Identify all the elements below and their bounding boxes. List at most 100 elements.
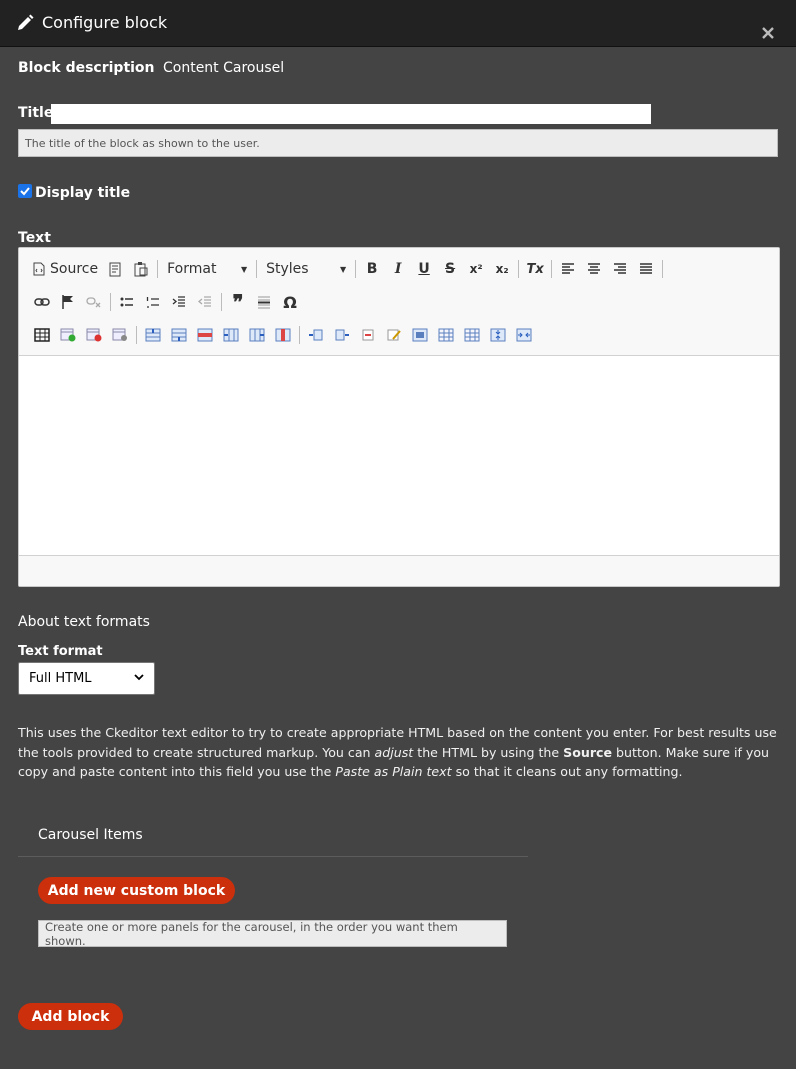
- delete-column-button[interactable]: [270, 323, 296, 347]
- carousel-divider: [18, 856, 528, 857]
- toolbar-row-3: [29, 322, 537, 348]
- insert-column-after-button[interactable]: [244, 323, 270, 347]
- superscript-button[interactable]: x²: [463, 257, 489, 281]
- title-input[interactable]: [51, 104, 651, 124]
- underline-button[interactable]: U: [411, 257, 437, 281]
- insert-column-before-button[interactable]: [218, 323, 244, 347]
- styles-dropdown-label: Styles: [266, 261, 309, 277]
- table-delete-icon: [86, 328, 102, 342]
- split-cell-horizontal-icon: [516, 328, 532, 342]
- table-add-icon: [60, 328, 76, 342]
- add-block-button[interactable]: Add block: [18, 1003, 123, 1030]
- toolbar-row-1: Source Format ▼ Styles ▼ B I U S x² x₂ T…: [29, 256, 666, 282]
- bold-button[interactable]: B: [359, 257, 385, 281]
- carousel-help-text: Create one or more panels for the carous…: [38, 920, 507, 948]
- insert-column-before-icon: [223, 328, 239, 342]
- pencil-icon: [16, 14, 34, 32]
- unlink-icon: [86, 297, 101, 308]
- indent-icon: [172, 296, 185, 307]
- remove-format-button[interactable]: Tx: [522, 257, 548, 281]
- info-strong-source: Source: [563, 744, 613, 760]
- bulleted-list-icon: [120, 297, 133, 307]
- table-icon: [34, 328, 50, 342]
- merge-cells-icon: [412, 328, 428, 342]
- cell-properties-button[interactable]: [381, 323, 407, 347]
- align-right-button[interactable]: [607, 257, 633, 281]
- info-emphasis-adjust: adjust: [374, 744, 414, 760]
- align-left-icon: [562, 263, 575, 274]
- merge-down-button[interactable]: [459, 323, 485, 347]
- insert-column-after-icon: [249, 328, 265, 342]
- align-left-button[interactable]: [555, 257, 581, 281]
- blockquote-button[interactable]: ❞: [225, 290, 251, 314]
- paste-word-icon: [134, 262, 148, 277]
- strikethrough-button[interactable]: S: [437, 257, 463, 281]
- delete-cells-button[interactable]: [355, 323, 381, 347]
- merge-cells-button[interactable]: [407, 323, 433, 347]
- delete-row-button[interactable]: [192, 323, 218, 347]
- align-right-icon: [614, 263, 627, 274]
- toolbar-separator: [110, 293, 111, 311]
- styles-dropdown[interactable]: Styles ▼: [260, 257, 352, 281]
- italic-button[interactable]: I: [385, 257, 411, 281]
- merge-right-button[interactable]: [433, 323, 459, 347]
- block-description: Block description Content Carousel: [18, 60, 284, 76]
- chevron-down-icon: ▼: [339, 264, 347, 274]
- table-properties-icon: [112, 328, 127, 341]
- source-icon: [33, 262, 45, 276]
- delete-column-icon: [275, 328, 291, 342]
- justify-button[interactable]: [633, 257, 659, 281]
- insert-cell-before-button[interactable]: [303, 323, 329, 347]
- merge-down-icon: [464, 328, 480, 342]
- insert-row-before-icon: [145, 328, 161, 342]
- format-dropdown[interactable]: Format ▼: [161, 257, 253, 281]
- insert-cell-after-button[interactable]: [329, 323, 355, 347]
- indent-button[interactable]: [166, 290, 192, 314]
- dialog-title: Configure block: [42, 13, 168, 32]
- table-properties-button[interactable]: [107, 323, 133, 347]
- bulleted-list-button[interactable]: [114, 290, 140, 314]
- display-title-checkbox[interactable]: [18, 184, 32, 198]
- paste-text-icon: [109, 262, 121, 277]
- align-center-button[interactable]: [581, 257, 607, 281]
- close-icon[interactable]: [761, 25, 775, 39]
- table-add-button[interactable]: [55, 323, 81, 347]
- chevron-down-icon: ▼: [240, 264, 248, 274]
- paste-text-button[interactable]: [102, 257, 128, 281]
- numbered-list-button[interactable]: [140, 290, 166, 314]
- dialog-titlebar: Configure block: [0, 0, 796, 47]
- toolbar-separator: [157, 260, 159, 278]
- unlink-button[interactable]: [81, 290, 107, 314]
- display-title-label[interactable]: Display title: [35, 185, 130, 201]
- table-delete-button[interactable]: [81, 323, 107, 347]
- numbered-list-icon: [146, 297, 159, 308]
- add-new-custom-block-button[interactable]: Add new custom block: [38, 877, 235, 904]
- align-center-icon: [588, 263, 601, 274]
- toolbar-row-2: ❞ Ω: [29, 289, 303, 315]
- horizontal-line-icon: [258, 296, 270, 309]
- outdent-button[interactable]: [192, 290, 218, 314]
- about-text-formats-link[interactable]: About text formats: [18, 614, 150, 630]
- insert-cell-after-icon: [335, 329, 349, 341]
- insert-row-after-button[interactable]: [166, 323, 192, 347]
- block-description-label: Block description: [18, 60, 155, 76]
- split-cell-vertical-button[interactable]: [485, 323, 511, 347]
- table-button[interactable]: [29, 323, 55, 347]
- subscript-button[interactable]: x₂: [489, 257, 515, 281]
- toolbar-separator: [662, 260, 664, 278]
- horizontal-line-button[interactable]: [251, 290, 277, 314]
- special-character-button[interactable]: Ω: [277, 290, 303, 314]
- split-cell-horizontal-button[interactable]: [511, 323, 537, 347]
- info-text-4: so that it cleans out any formatting.: [451, 764, 683, 779]
- editor-status-bar: [19, 557, 779, 586]
- source-button[interactable]: Source: [29, 257, 102, 281]
- paste-word-button[interactable]: [128, 257, 154, 281]
- insert-row-before-button[interactable]: [140, 323, 166, 347]
- toolbar-separator: [136, 326, 137, 344]
- editor-content-area[interactable]: [19, 356, 779, 556]
- anchor-button[interactable]: [55, 290, 81, 314]
- justify-icon: [640, 263, 653, 274]
- text-format-select[interactable]: Full HTML: [18, 662, 155, 695]
- cell-properties-icon: [387, 329, 401, 341]
- link-button[interactable]: [29, 290, 55, 314]
